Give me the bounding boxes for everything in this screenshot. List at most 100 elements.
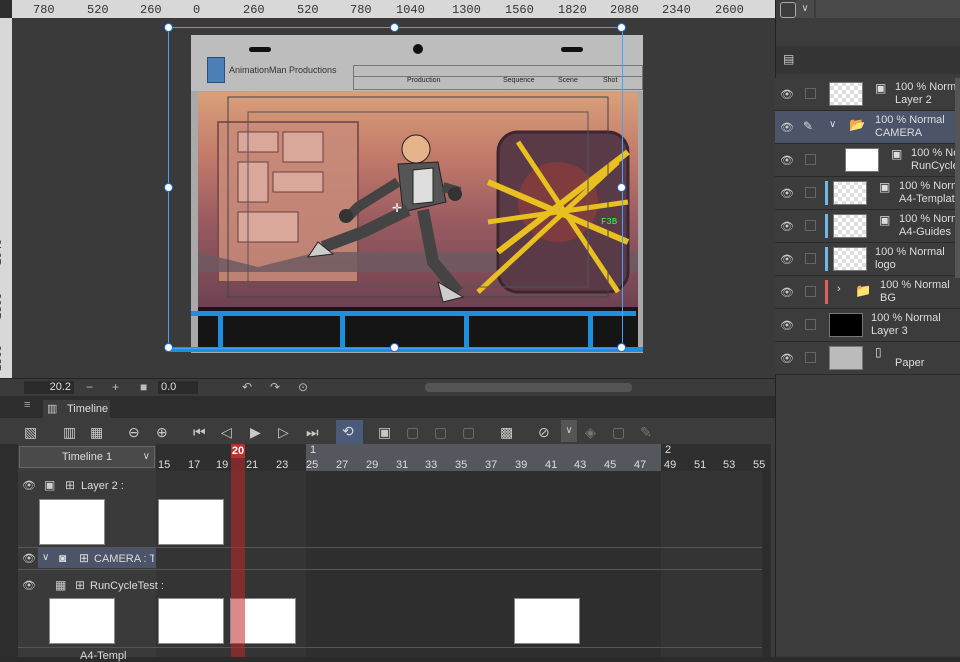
paper-layer-icon: ▯ [875,345,882,359]
layer-row-layer3[interactable]: 👁 100 % Normal Layer 3 [775,309,960,342]
cel-thumbnail[interactable] [158,598,224,644]
last-frame-icon[interactable]: ⏭ [306,424,319,441]
eye-icon[interactable]: 👁 [780,286,794,299]
layer-row-bg[interactable]: 👁 › 📁 100 % Normal BG [775,276,960,309]
frame-settings-icon[interactable]: ▥ [63,424,76,441]
add-frame-icon[interactable]: ▦ [90,424,103,441]
blend-mode-select[interactable] [816,0,960,18]
camera-selection-frame[interactable] [168,27,623,349]
horizontal-ruler: 780 520 260 0 260 520 780 1040 1300 1560… [12,0,775,19]
eye-icon[interactable]: 👁 [780,253,794,266]
chevron-right-icon[interactable]: › [837,283,841,295]
zoom-out-button[interactable]: − [86,380,93,394]
eye-icon[interactable]: 👁 [22,552,36,565]
previous-frame-icon[interactable]: ◁ [221,424,232,441]
key-edit-icon[interactable]: ⊘ [538,424,550,441]
interpolation-icon: ◈ [585,424,596,440]
layer-scrollbar[interactable] [955,78,960,278]
ruler-label: 2340 [662,3,691,17]
copy-key-icon: ▢ [612,424,626,440]
layer-opacity-mode: 100 % Normal [899,213,960,225]
layer-row-a4-guides[interactable]: 👁 ▣ 100 % Normal A4-Guides [775,210,960,243]
zoom-field[interactable]: 20.2 [24,381,74,394]
eye-icon[interactable]: 👁 [780,88,794,101]
transform-handle[interactable] [164,23,173,32]
horizontal-scrollbar[interactable] [425,383,632,392]
eye-icon[interactable]: 👁 [22,479,36,492]
layer-row-layer2[interactable]: 👁 ▣ 100 % Normal Layer 2 [775,78,960,111]
play-icon[interactable]: ▶ [250,424,261,441]
zoom-in-icon[interactable]: ⊕ [156,424,168,441]
light-table-icon: ▢ [462,424,476,440]
new-timeline-icon[interactable]: ▧ [24,424,37,441]
playhead[interactable] [231,444,245,657]
chevron-down-icon[interactable]: ∨ [829,119,836,130]
timeline-vertical-scrollbar[interactable] [762,471,771,657]
transform-handle[interactable] [164,183,173,192]
lock-checkbox[interactable] [805,154,816,165]
timeline-tab-bar: ≡ [0,396,775,418]
chevron-down-icon[interactable]: ∨ [561,420,577,442]
lock-checkbox[interactable] [805,319,816,330]
eye-icon[interactable]: 👁 [780,154,794,167]
lock-checkbox[interactable] [805,220,816,231]
layer-row-paper[interactable]: 👁 ▯ Paper [775,342,960,375]
transform-handle[interactable] [617,343,626,352]
eye-icon[interactable]: 👁 [22,579,36,592]
eye-icon[interactable]: 👁 [780,319,794,332]
chevron-down-icon[interactable]: ∨ [42,552,49,563]
color-swatch-icon[interactable] [780,2,796,18]
eye-icon[interactable]: 👁 [780,121,794,134]
rotate-right-icon[interactable]: ↷ [270,380,280,394]
transform-handle[interactable] [617,23,626,32]
transform-handle[interactable] [390,23,399,32]
eye-icon[interactable]: 👁 [780,220,794,233]
layer-row-camera[interactable]: 👁 ✎ ∨ 📂 100 % Normal CAMERA [775,111,960,144]
layer-opacity-mode: 100 % Normal [911,147,960,159]
panel-menu-icon[interactable]: ≡ [24,399,30,411]
track-divider [18,569,771,570]
layer-color-tag [825,181,828,205]
layer-row-a4-template[interactable]: 👁 ▣ 100 % Normal A4-Template [775,177,960,210]
layer-thumbnail [833,181,867,205]
layer-row-logo[interactable]: 👁 100 % Normal logo [775,243,960,276]
frame-number: 39 [515,459,528,471]
lock-checkbox[interactable] [805,352,816,363]
tab-timeline[interactable]: ▥ Timeline [43,400,110,418]
lock-checkbox[interactable] [805,187,816,198]
layer-thumbnail [833,214,867,238]
layer-row-runcycle[interactable]: 👁 ▣ 100 % Normal RunCycleT [775,144,960,177]
new-cel-icon[interactable]: ▣ [378,424,391,441]
cel-thumbnail[interactable] [158,499,224,545]
chevron-down-icon[interactable]: ∨ [796,0,814,18]
eye-icon[interactable]: 👁 [780,187,794,200]
layer-thumbnail [829,313,863,337]
loop-button[interactable]: ⟲ [336,420,363,444]
zoom-in-button[interactable]: + [112,380,119,394]
rotate-left-icon[interactable]: ↶ [242,380,252,394]
transform-handle[interactable] [164,343,173,352]
section-mark: 1 [310,444,317,456]
fit-icon[interactable]: ■ [140,380,147,394]
cel-thumbnail[interactable] [39,499,105,545]
rotation-field[interactable]: 0.0 [158,381,198,394]
add-icon[interactable]: ⊞ [75,578,85,592]
reset-rotation-icon[interactable]: ⊙ [298,380,308,394]
layer-menu-icon[interactable]: ▤ [783,52,794,66]
transform-handle[interactable] [617,183,626,192]
keyframe-icon[interactable]: ▩ [500,424,513,441]
next-frame-icon[interactable]: ▷ [278,424,289,441]
timeline-select[interactable]: Timeline 1 ∨ [19,446,155,468]
cel-thumbnail[interactable] [49,598,115,644]
lock-checkbox[interactable] [805,253,816,264]
zoom-out-icon[interactable]: ⊖ [128,424,140,441]
cel-thumbnail[interactable] [514,598,580,644]
lock-checkbox[interactable] [805,88,816,99]
add-icon[interactable]: ⊞ [65,478,75,492]
lock-checkbox[interactable] [805,286,816,297]
add-icon[interactable]: ⊞ [79,551,89,565]
eye-icon[interactable]: 👁 [780,352,794,365]
layer-name: logo [875,259,896,271]
first-frame-icon[interactable]: ⏮ [193,424,206,441]
transform-handle[interactable] [390,343,399,352]
